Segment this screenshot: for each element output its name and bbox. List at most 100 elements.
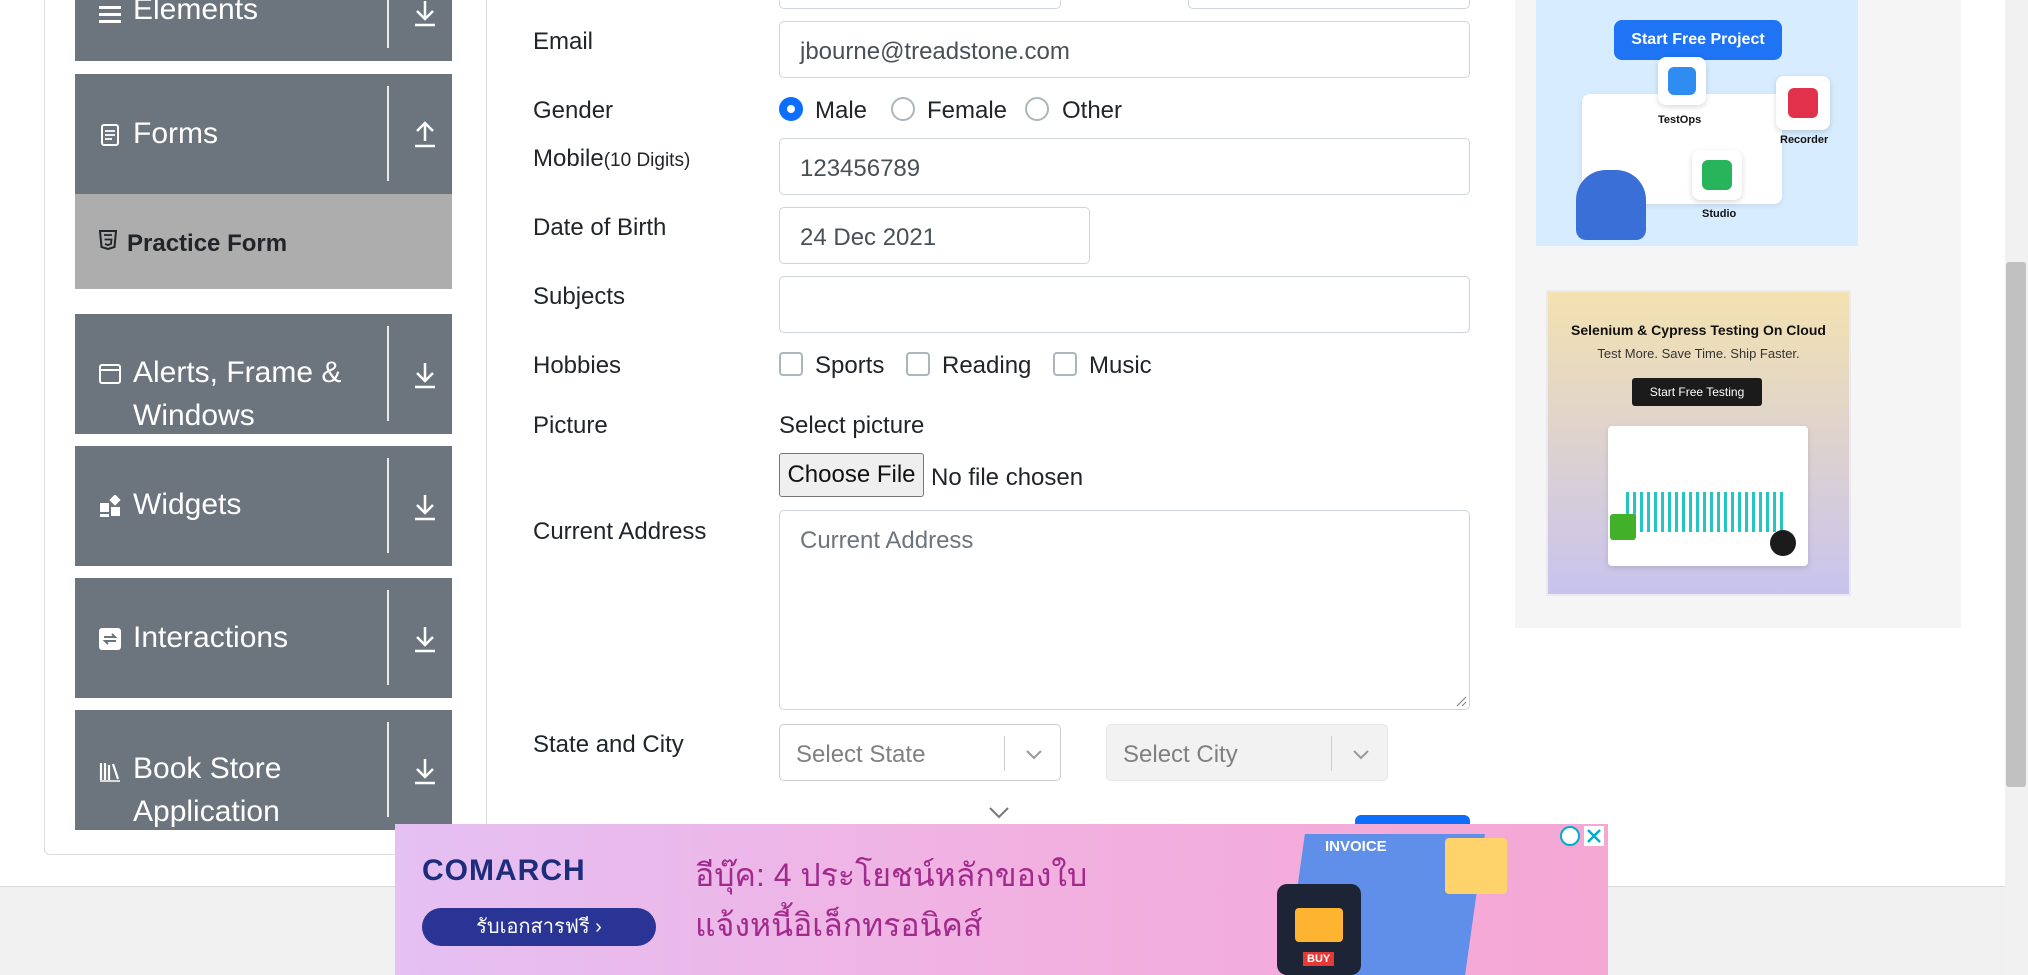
sidebar-item-practice-form[interactable]: Practice Form [75,194,452,289]
hobby-option-label[interactable]: Reading [942,352,1031,380]
lambdatest-ad[interactable]: Selenium & Cypress Testing On Cloud Test… [1546,290,1851,596]
current-address-label: Current Address [533,518,707,545]
state-select[interactable]: Select State [779,724,1061,781]
city-select[interactable]: Select City [1106,724,1388,781]
state-placeholder: Select State [796,741,926,768]
scrollbar-thumb[interactable] [2006,262,2026,787]
sidebar-group-alerts-frame-windows[interactable]: Alerts, Frame & Windows [75,314,452,434]
subjects-input[interactable] [779,276,1470,333]
download-arrow-icon[interactable] [410,624,440,654]
recorder-logo-icon [1788,88,1818,118]
katalon-ad[interactable]: Start Free Project TestOps Recorder Stud… [1536,0,1858,246]
upload-arrow-icon[interactable] [410,119,440,149]
list-icon [99,6,121,23]
city-placeholder: Select City [1123,741,1238,768]
ad-cta-button[interactable]: รับเอกสารฟรี › [422,908,656,946]
ad-info-icon[interactable] [1560,826,1580,846]
file-status-text: No file chosen [931,464,1084,491]
ad-calendar-illustration [1445,838,1507,894]
gender-option-label[interactable]: Other [1062,97,1122,125]
hobby-checkbox-sports[interactable] [779,352,803,376]
download-arrow-icon[interactable] [410,360,440,390]
sidebar-group-label: Interactions [133,621,289,654]
hobby-checkbox-reading[interactable] [906,352,930,376]
swap-icon [99,628,121,650]
chevron-down-icon[interactable] [1023,743,1045,765]
gender-option-label[interactable]: Female [927,97,1007,125]
sidebar-group-label: Elements [133,0,259,26]
ad2-subtitle: Test More. Save Time. Ship Faster. [1597,346,1800,361]
html5-icon [99,230,117,250]
divider [387,0,389,48]
divider [1331,736,1332,771]
choose-file-button[interactable]: Choose File [779,453,924,497]
sidebar-group-label: Alerts, Frame & Windows [133,356,342,432]
gender-option-label[interactable]: Male [815,97,867,125]
ad-cta-label: รับเอกสารฟรี › [476,916,602,938]
ad2-title: Selenium & Cypress Testing On Cloud [1571,322,1826,338]
gender-radio-female[interactable] [891,97,915,121]
chevron-down-icon[interactable] [1350,743,1372,765]
divider [387,458,389,553]
email-input[interactable]: jbourne@treadstone.com [779,21,1470,78]
window-icon [99,364,121,384]
bottom-banner-ad[interactable]: COMARCH รับเอกสารฟรี › อีบุ๊ค: 4 ประโยชน… [395,824,1608,975]
ad-headline-1: อีบุ๊ค: 4 ประโยชน์หลักของใบ [695,857,1088,893]
download-arrow-icon[interactable] [410,756,440,786]
tool-label: TestOps [1658,114,1702,126]
gender-label: Gender [533,97,614,124]
hobby-option-label[interactable]: Sports [815,352,884,380]
current-address-placeholder: Current Address [800,527,974,554]
mobile-label-text: Mobile [533,145,604,172]
gender-radio-male[interactable] [779,97,803,121]
ad2-chart-bars [1626,492,1786,532]
widgets-icon [100,495,121,517]
email-label: Email [533,28,594,55]
sidebar-group-forms[interactable]: Forms [75,74,452,194]
sidebar-group-label: Widgets [133,488,242,521]
testops-logo-icon [1668,67,1696,95]
hobbies-label: Hobbies [533,352,622,379]
divider [387,722,389,817]
current-address-textarea[interactable]: Current Address [779,510,1470,710]
sidebar-group-widgets[interactable]: Widgets [75,446,452,566]
download-arrow-icon[interactable] [410,0,440,28]
email-value: jbourne@treadstone.com [800,38,1070,65]
state-city-label: State and City [533,731,684,758]
testops-tile [1658,57,1706,105]
ad-brand-logo: COMARCH [422,854,586,887]
download-arrow-icon[interactable] [410,492,440,522]
robot-illustration [1576,170,1646,240]
ad2-button-label: Start Free Testing [1649,385,1745,399]
recorder-tile [1776,76,1830,130]
picture-label: Picture [533,412,608,439]
ad-button-label: Start Free Project [1631,31,1765,48]
first-name-input-partial[interactable] [779,0,1061,9]
mobile-value: 123456789 [800,155,921,182]
hobby-checkbox-music[interactable] [1053,352,1077,376]
select-picture-label: Select picture [779,412,925,439]
dob-input[interactable]: 24 Dec 2021 [779,207,1090,264]
sidebar-group-elements[interactable]: Elements [75,0,452,61]
sidebar-group-interactions[interactable]: Interactions [75,578,452,698]
dob-value: 24 Dec 2021 [800,224,937,251]
mobile-hint: (10 Digits) [603,150,691,171]
scroll-down-chevron-icon[interactable] [987,805,1011,821]
divider [387,326,389,421]
mobile-input[interactable]: 123456789 [779,138,1470,195]
tool-label: Studio [1702,208,1737,220]
start-free-project-button[interactable]: Start Free Project [1614,20,1782,60]
ad-invoice-badge: INVOICE [1325,838,1387,855]
sidebar-group-book-store-application[interactable]: Book Store Application [75,710,452,830]
close-icon[interactable] [1584,826,1604,846]
dob-label: Date of Birth [533,214,667,241]
resize-handle-icon[interactable] [1453,693,1467,707]
ad-buy-label: BUY [1303,952,1335,966]
gender-radio-other[interactable] [1025,97,1049,121]
choose-file-label: Choose File [787,461,916,488]
last-name-input-partial[interactable] [1188,0,1470,9]
sidebar-item-label: Practice Form [127,230,288,257]
mobile-label: Mobile(10 Digits) [533,145,690,173]
hobby-option-label[interactable]: Music [1089,352,1152,380]
start-free-testing-button[interactable]: Start Free Testing [1632,378,1762,406]
